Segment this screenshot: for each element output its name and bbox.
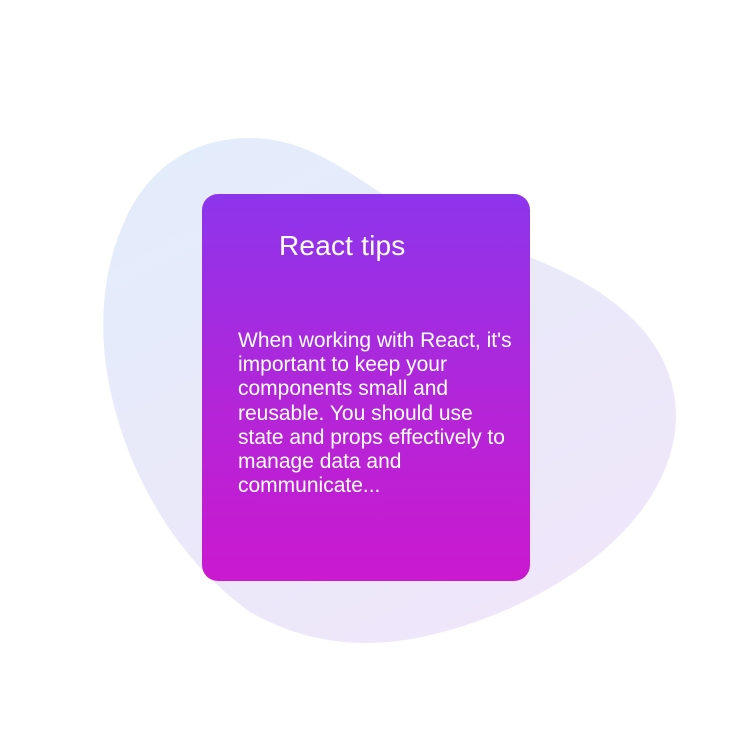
canvas: React tips When working with React, it's… — [0, 0, 732, 742]
card-body-text: When working with React, it's important … — [238, 329, 512, 498]
react-tips-card[interactable]: React tips When working with React, it's… — [202, 194, 530, 581]
card-title: React tips — [279, 230, 406, 261]
